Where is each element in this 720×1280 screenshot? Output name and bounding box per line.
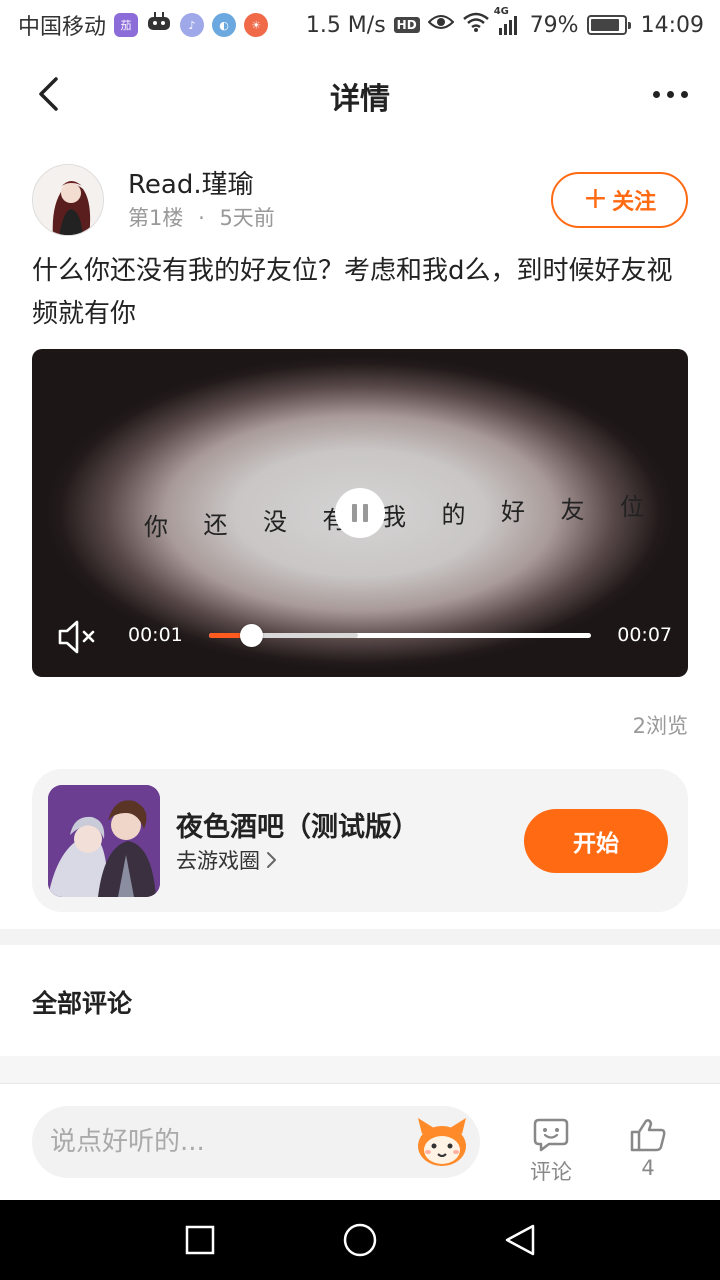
caption-char: 的 bbox=[441, 500, 466, 529]
page-title: 详情 bbox=[330, 82, 390, 117]
music-icon: ♪ bbox=[180, 13, 205, 37]
more-options-button[interactable] bbox=[642, 72, 698, 116]
caption-char: 友 bbox=[560, 495, 585, 524]
game-circle-label: 去游戏圈 bbox=[176, 849, 260, 873]
game-controller-icon bbox=[146, 11, 172, 39]
pause-icon bbox=[352, 504, 357, 522]
speaker-muted-icon bbox=[58, 620, 95, 654]
hd-badge: HD bbox=[393, 17, 420, 33]
carrier-label: 中国移动 bbox=[18, 15, 107, 40]
back-button[interactable] bbox=[26, 72, 70, 116]
mascot-emoji-icon[interactable] bbox=[414, 1116, 470, 1168]
circle-icon bbox=[343, 1223, 377, 1257]
signal-icon: 4G bbox=[494, 6, 522, 36]
nav-header: 详情 bbox=[0, 56, 720, 136]
caption-char: 好 bbox=[501, 498, 525, 526]
thumbs-up-icon bbox=[630, 1119, 666, 1152]
browser-icon: ◐ bbox=[212, 13, 237, 37]
start-game-button[interactable]: 开始 bbox=[524, 809, 668, 873]
triangle-back-icon bbox=[505, 1224, 535, 1256]
clock: 14:09 bbox=[640, 12, 704, 38]
battery-label: 79% bbox=[529, 12, 579, 38]
mute-button[interactable] bbox=[56, 617, 100, 657]
comment-label: 评论 bbox=[530, 1160, 572, 1184]
game-card[interactable]: 夜色酒吧（测试版） 去游戏圈 开始 bbox=[32, 769, 688, 912]
bottom-action-bar: 评论 4 bbox=[0, 1084, 720, 1200]
caption-char: 还 bbox=[203, 510, 228, 539]
author-name[interactable]: Read.瑾瑜 bbox=[128, 164, 254, 201]
comments-divider bbox=[0, 1056, 720, 1084]
system-nav-bar bbox=[0, 1200, 720, 1280]
current-time: 00:01 bbox=[128, 624, 183, 646]
game-name: 夜色酒吧（测试版） bbox=[176, 812, 419, 843]
app-badge-icon: 茄 bbox=[114, 13, 139, 37]
status-bar: 中国移动 茄 ♪ ◐ ☀ 1.5 M/s HD 4G 79% 14:09 bbox=[0, 0, 720, 50]
back-nav-button[interactable] bbox=[500, 1220, 540, 1260]
caption-char: 你 bbox=[144, 513, 168, 541]
post-meta: 第1楼 · 5天前 bbox=[128, 202, 275, 232]
game-circle-link[interactable]: 去游戏圈 bbox=[176, 845, 278, 875]
plus-icon: + bbox=[582, 181, 609, 216]
comment-input[interactable] bbox=[32, 1106, 480, 1178]
video-controls: 00:01 00:07 bbox=[32, 611, 688, 661]
progress-bar[interactable] bbox=[209, 624, 591, 647]
more-dots-icon bbox=[652, 90, 660, 98]
video-player[interactable]: 你还没有我的好友位 00:01 00:07 bbox=[32, 349, 688, 677]
post-text: 什么你还没有我的好友位？考虑和我d么，到时候好友视频就有你 bbox=[32, 256, 673, 329]
avatar[interactable] bbox=[32, 164, 104, 236]
total-time: 00:07 bbox=[617, 624, 672, 646]
chevron-right-icon bbox=[267, 852, 276, 868]
comment-icon bbox=[533, 1118, 569, 1152]
caption-char: 没 bbox=[263, 508, 287, 536]
follow-button[interactable]: + 关注 bbox=[551, 172, 688, 228]
home-button[interactable] bbox=[340, 1220, 380, 1260]
square-icon bbox=[185, 1225, 215, 1255]
comment-action[interactable]: 评论 bbox=[516, 1118, 586, 1186]
net-speed: 1.5 M/s bbox=[305, 12, 386, 38]
like-count: 4 bbox=[641, 1156, 655, 1180]
comments-heading: 全部评论 bbox=[32, 989, 133, 1018]
wifi-icon bbox=[462, 11, 490, 39]
floor-label: 第1楼 bbox=[128, 206, 184, 230]
recent-apps-button[interactable] bbox=[180, 1220, 220, 1260]
network-type: 4G bbox=[493, 6, 509, 17]
seek-handle[interactable] bbox=[240, 624, 264, 647]
post-time: 5天前 bbox=[219, 206, 275, 230]
author-row: Read.瑾瑜 第1楼 · 5天前 + 关注 bbox=[32, 164, 688, 238]
app-icon: ☀ bbox=[244, 13, 269, 37]
pause-button[interactable] bbox=[335, 488, 385, 538]
chevron-left-icon bbox=[39, 77, 58, 111]
like-action[interactable]: 4 bbox=[613, 1118, 683, 1180]
battery-icon bbox=[586, 15, 631, 35]
eye-icon bbox=[427, 12, 455, 38]
caption-char: 我 bbox=[382, 503, 406, 531]
section-divider bbox=[0, 929, 720, 945]
caption-char: 位 bbox=[620, 493, 644, 521]
game-icon[interactable] bbox=[48, 785, 160, 897]
view-count: 2浏览 bbox=[632, 714, 688, 738]
meta-separator: · bbox=[198, 206, 205, 230]
follow-label: 关注 bbox=[612, 190, 657, 215]
